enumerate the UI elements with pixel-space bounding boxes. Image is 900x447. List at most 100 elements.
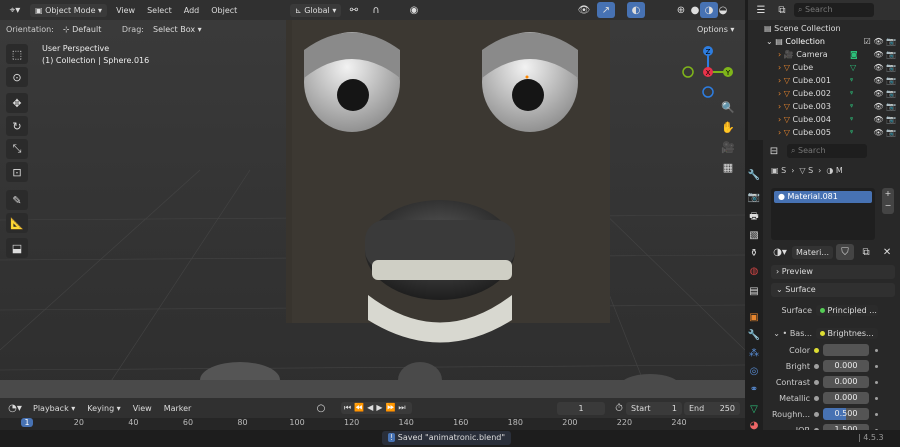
- pan-hand-icon[interactable]: ✋: [718, 118, 738, 136]
- socket-icon[interactable]: [814, 379, 819, 385]
- proportional-edit-icon[interactable]: ◉: [405, 2, 423, 18]
- visibility-icons[interactable]: 👁 📷: [873, 89, 896, 98]
- value-field[interactable]: 0.500: [823, 408, 869, 420]
- particles-tab-icon[interactable]: ⁂: [747, 346, 761, 360]
- visibility-icons[interactable]: 👁 📷: [873, 50, 896, 59]
- end-frame-field[interactable]: End 250: [684, 401, 740, 415]
- timeline-editor-icon[interactable]: ◔▾: [6, 400, 24, 416]
- keyframe-dot[interactable]: [875, 396, 878, 400]
- visibility-icon[interactable]: 👁: [575, 2, 593, 18]
- outliner-item[interactable]: › ▽ Cube ▽ 👁 📷: [752, 61, 900, 74]
- scene-tab-icon[interactable]: ⚱: [747, 246, 761, 260]
- surface-shader-field[interactable]: Principled ...: [816, 304, 878, 316]
- snap-icon[interactable]: ∩: [367, 2, 385, 18]
- visibility-icons[interactable]: 👁 📷: [873, 102, 896, 111]
- visibility-icons[interactable]: 👁 📷: [873, 76, 896, 85]
- cursor-tool-icon[interactable]: ⊙: [6, 67, 28, 87]
- material-slots-list[interactable]: ● Material.081: [771, 188, 875, 240]
- menu-add[interactable]: Add: [181, 4, 203, 17]
- constraints-tab-icon[interactable]: ⚭: [747, 382, 761, 396]
- playhead[interactable]: 1: [21, 418, 33, 427]
- rendered-shading-icon[interactable]: ◒: [714, 2, 732, 18]
- outliner-item[interactable]: › ▽ Cube.003 ᵠ 👁 📷: [752, 100, 900, 113]
- overlay-icon[interactable]: ◐: [627, 2, 645, 18]
- browse-material-icon[interactable]: ◑▾: [771, 244, 789, 260]
- visibility-icons[interactable]: 👁 📷: [873, 128, 896, 137]
- menu-marker[interactable]: Marker: [161, 402, 195, 415]
- value-field[interactable]: [823, 344, 869, 356]
- measure-tool-icon[interactable]: 📐: [6, 213, 28, 233]
- display-mode-icon[interactable]: ☰: [752, 2, 770, 18]
- perspective-grid-icon[interactable]: ▦: [718, 158, 738, 176]
- modifier-tab-icon[interactable]: 🔧: [747, 328, 761, 342]
- visibility-icons[interactable]: 👁 📷: [873, 63, 896, 72]
- pivot-icon[interactable]: ⚯: [345, 2, 363, 18]
- auto-key-icon[interactable]: ○: [312, 400, 330, 416]
- view-layer-tab-icon[interactable]: ▧: [747, 228, 761, 242]
- collection-tab-icon[interactable]: ▤: [747, 284, 761, 298]
- start-frame-field[interactable]: Start 1: [626, 401, 682, 415]
- collection-row[interactable]: ⌄ ▤ Collection ☑ 👁 📷: [752, 35, 900, 48]
- properties-search[interactable]: ⌕ Search: [787, 144, 867, 158]
- fake-user-icon[interactable]: ⛉: [836, 244, 855, 260]
- camera-view-icon[interactable]: 🎥: [718, 138, 738, 156]
- annotate-tool-icon[interactable]: ✎: [6, 190, 28, 210]
- scale-tool-icon[interactable]: ⤡: [6, 139, 28, 159]
- move-tool-icon[interactable]: ✥: [6, 93, 28, 113]
- render-tab-icon[interactable]: 📷: [747, 190, 761, 204]
- options-dropdown[interactable]: Options ▾: [692, 22, 740, 36]
- mode-dropdown[interactable]: ▣ Object Mode ▾: [30, 3, 108, 17]
- scene-collection-row[interactable]: ▤ Scene Collection: [752, 22, 900, 35]
- outliner-search[interactable]: ⌕ Search: [794, 3, 874, 17]
- select-box-tool-icon[interactable]: ⬚: [6, 44, 28, 64]
- keyframe-dot[interactable]: [875, 348, 878, 352]
- menu-select[interactable]: Select: [144, 4, 175, 17]
- duplicate-material-icon[interactable]: ⧉: [857, 244, 875, 260]
- zoom-icon[interactable]: 🔍: [718, 98, 738, 116]
- menu-object[interactable]: Object: [208, 4, 240, 17]
- current-frame-field[interactable]: 1: [557, 401, 605, 415]
- world-tab-icon[interactable]: ◍: [747, 264, 761, 278]
- menu-playback[interactable]: Playback ▾: [30, 402, 78, 415]
- outliner-item[interactable]: › ▽ Cube.002 ᵠ 👁 📷: [752, 87, 900, 100]
- surface-panel-header[interactable]: ⌄ Surface: [771, 283, 895, 297]
- transform-orientation-dropdown[interactable]: ⊾ Global ▾: [290, 3, 342, 17]
- keyframe-dot[interactable]: [875, 364, 878, 368]
- data-tab-icon[interactable]: ▽: [747, 402, 761, 416]
- menu-keying[interactable]: Keying ▾: [84, 402, 123, 415]
- socket-icon[interactable]: [814, 347, 819, 353]
- playback-controls[interactable]: ⏮⏪◀▶⏩⏭: [341, 402, 412, 414]
- outliner-item[interactable]: › 🎥 Camera ◙ 👁 📷: [752, 48, 900, 61]
- outliner-item[interactable]: › ▽ Cube.001 ᵠ 👁 📷: [752, 74, 900, 87]
- menu-timeline-view[interactable]: View: [130, 402, 155, 415]
- visibility-icons[interactable]: 👁 📷: [873, 115, 896, 124]
- physics-tab-icon[interactable]: ◎: [747, 364, 761, 378]
- editor-type-icon[interactable]: ⌖▾: [6, 2, 24, 18]
- socket-icon[interactable]: [814, 363, 819, 369]
- base-color-node-field[interactable]: Brightnes...: [816, 327, 878, 339]
- socket-icon[interactable]: [814, 395, 819, 401]
- output-tab-icon[interactable]: 🖶: [747, 210, 761, 224]
- value-field[interactable]: 0.000: [823, 392, 869, 404]
- material-name-field[interactable]: Materi...: [792, 245, 834, 259]
- filter-icon[interactable]: ⧉: [773, 2, 791, 18]
- socket-icon[interactable]: [814, 411, 819, 417]
- material-slot-item[interactable]: ● Material.081: [774, 191, 872, 203]
- transform-tool-icon[interactable]: ⊡: [6, 162, 28, 182]
- editor-type-icon[interactable]: ⊟: [765, 143, 783, 159]
- orientation-dropdown[interactable]: ⊹ Default: [57, 22, 118, 36]
- gizmo-icon[interactable]: ↗: [597, 2, 615, 18]
- tool-tab-icon[interactable]: 🔧: [747, 168, 761, 182]
- outliner-item[interactable]: › ▽ Cube.004 ᵠ 👁 📷: [752, 113, 900, 126]
- outliner-item[interactable]: › ▽ Cube.005 ᵠ 👁 📷: [752, 126, 900, 139]
- visibility-icons[interactable]: ☑ 👁 📷: [864, 37, 896, 46]
- timeline-ruler[interactable]: 1 20 40 60 80 100 120 140 160 180 200 220 240: [0, 418, 745, 430]
- preview-panel-header[interactable]: › Preview: [771, 265, 895, 279]
- add-remove-slot-buttons[interactable]: + −: [882, 188, 894, 214]
- object-tab-icon[interactable]: ▣: [747, 310, 761, 324]
- 3d-viewport[interactable]: User Perspective (1) Collection | Sphere…: [0, 20, 745, 398]
- keyframe-dot[interactable]: [875, 412, 878, 416]
- rotate-tool-icon[interactable]: ↻: [6, 116, 28, 136]
- value-field[interactable]: 0.000: [823, 360, 869, 372]
- menu-view[interactable]: View: [113, 4, 138, 17]
